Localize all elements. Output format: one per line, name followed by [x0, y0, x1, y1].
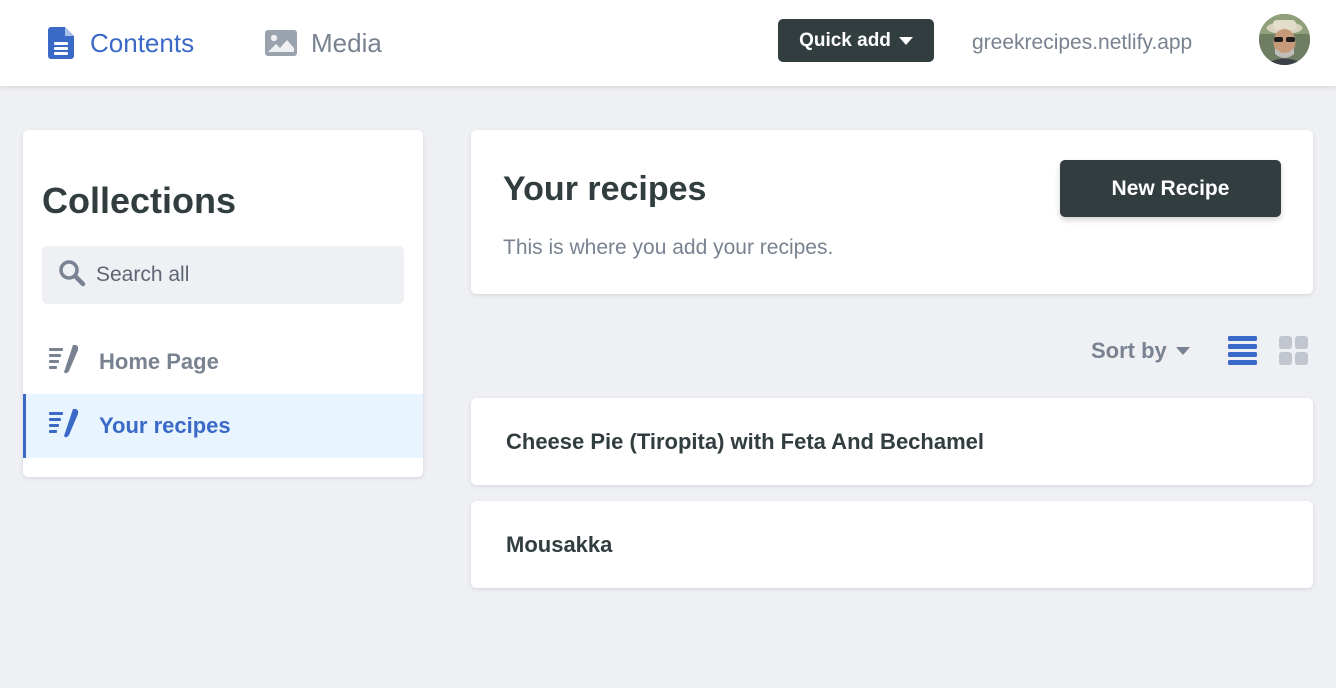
user-avatar-icon	[1259, 14, 1310, 65]
document-icon	[48, 27, 76, 59]
new-recipe-button[interactable]: New Recipe	[1060, 160, 1281, 217]
sidebar-item-your-recipes[interactable]: Your recipes	[23, 394, 423, 458]
nav-contents-label: Contents	[90, 27, 195, 58]
quick-add-label: Quick add	[799, 29, 891, 51]
quick-add-button[interactable]: Quick add	[778, 19, 934, 62]
collection-header: Your recipes This is where you add your …	[471, 130, 1313, 294]
sidebar-item-label: Home Page	[99, 349, 219, 374]
list-view-toggle[interactable]	[1228, 335, 1258, 371]
grid-view-toggle[interactable]	[1279, 335, 1309, 371]
sidebar-item-home-page[interactable]: Home Page	[23, 330, 423, 394]
collection-description: This is where you add your recipes.	[503, 236, 834, 259]
nav-contents[interactable]: Contents	[48, 0, 194, 86]
collection-icon	[49, 408, 81, 444]
search-input[interactable]	[96, 263, 396, 287]
collection-icon	[49, 344, 81, 380]
collection-title: Your recipes	[503, 170, 707, 208]
app-header: Contents Media Quick add greekrecipes.ne…	[0, 0, 1336, 86]
grid-view-icon	[1279, 336, 1308, 365]
search-icon	[58, 259, 86, 292]
avatar[interactable]	[1259, 14, 1310, 65]
sidebar-title: Collections	[42, 180, 237, 221]
site-url-link[interactable]: greekrecipes.netlify.app	[972, 0, 1192, 86]
image-icon	[265, 30, 297, 56]
chevron-down-icon	[898, 36, 913, 45]
collections-sidebar: Collections Home Page	[23, 130, 423, 477]
nav-media[interactable]: Media	[265, 0, 382, 86]
list-view-icon	[1228, 336, 1257, 365]
sort-by-label: Sort by	[1091, 338, 1167, 363]
chevron-down-icon	[1175, 347, 1190, 355]
entry-title: Mousakka	[506, 531, 613, 557]
sort-by-dropdown[interactable]: Sort by	[1091, 333, 1190, 369]
list-item[interactable]: Mousakka	[471, 501, 1313, 588]
sidebar-item-label: Your recipes	[99, 413, 231, 438]
nav-media-label: Media	[311, 27, 382, 58]
list-item[interactable]: Cheese Pie (Tiropita) with Feta And Bech…	[471, 398, 1313, 485]
entry-title: Cheese Pie (Tiropita) with Feta And Bech…	[506, 428, 984, 454]
search-box[interactable]	[42, 246, 404, 304]
